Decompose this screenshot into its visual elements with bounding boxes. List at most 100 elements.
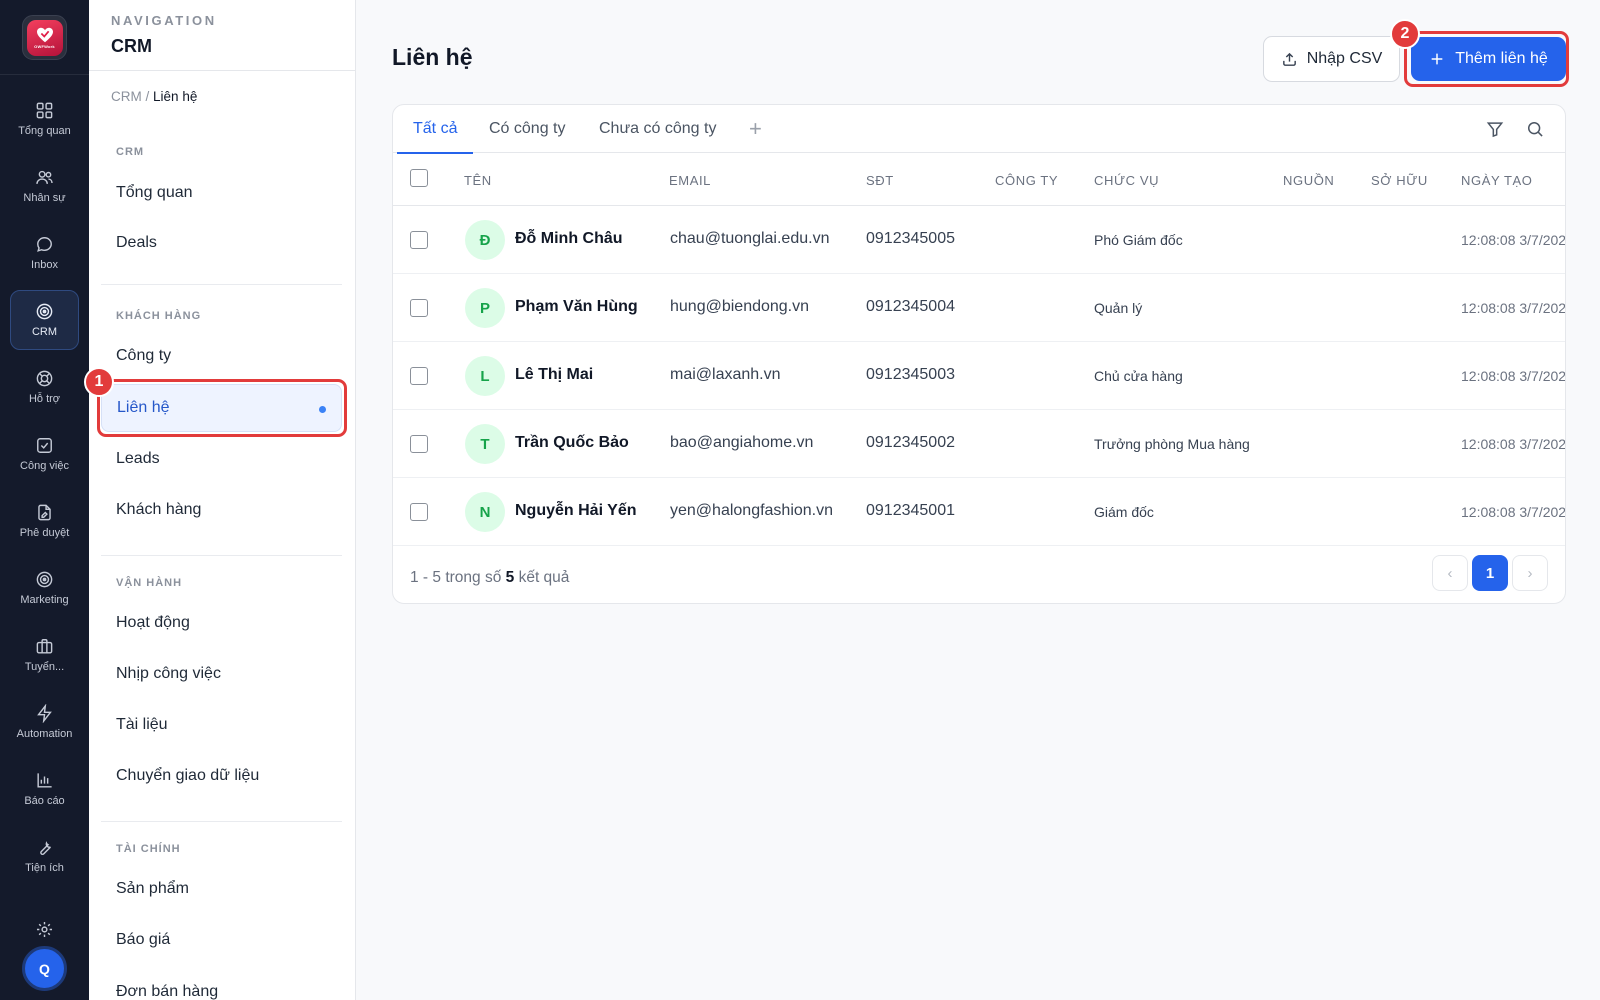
column-header-title[interactable]: CHỨC VỤ — [1094, 173, 1159, 188]
grid-icon — [36, 102, 53, 119]
nav-item-cadence[interactable]: Nhịp công việc — [101, 650, 342, 698]
next-page-button[interactable]: › — [1512, 555, 1548, 591]
checkbox-icon — [37, 438, 52, 453]
tab-without-company[interactable]: Chưa có công ty — [599, 105, 716, 153]
user-avatar[interactable]: Q — [22, 946, 67, 991]
nav-title: CRM — [111, 36, 152, 56]
contact-created: 12:08:08 3/7/202 — [1461, 504, 1566, 520]
rail-label: Inbox — [31, 259, 58, 271]
contacts-table-card: Tất cả Có công ty Chưa có công ty + TÊN … — [392, 104, 1566, 604]
nav-item-data-transfer[interactable]: Chuyển giao dữ liệu — [101, 752, 342, 800]
wrench-icon — [40, 841, 51, 856]
prev-page-button[interactable]: ‹ — [1432, 555, 1468, 591]
column-header-company[interactable]: CÔNG TY — [995, 173, 1058, 188]
results-suffix: kết quả — [518, 569, 570, 586]
contact-phone: 0912345004 — [866, 298, 955, 315]
contact-title: Chủ cửa hàng — [1094, 368, 1183, 384]
filter-icon[interactable] — [1485, 119, 1505, 139]
add-tab-button[interactable]: + — [749, 117, 762, 141]
rail-item-automation[interactable]: Automation — [10, 692, 79, 752]
rail-item-utilities[interactable]: Tiện ích — [10, 826, 79, 886]
column-header-email[interactable]: EMAIL — [669, 173, 711, 188]
nav-item-leads[interactable]: Leads — [101, 435, 342, 483]
table-row[interactable]: Đ Đỗ Minh Châu chau@tuonglai.edu.vn 0912… — [393, 206, 1565, 274]
rail-item-tasks[interactable]: Công việc — [10, 424, 79, 484]
results-range: 1 - 5 trong số — [410, 569, 502, 586]
results-summary: 1 - 5 trong số 5 kết quả — [410, 569, 569, 587]
column-header-source[interactable]: NGUỒN — [1283, 173, 1334, 188]
rail-item-reports[interactable]: Báo cáo — [10, 759, 79, 819]
import-csv-button[interactable]: Nhập CSV — [1263, 36, 1400, 82]
rail-item-hr[interactable]: Nhân sự — [10, 156, 79, 216]
select-all-checkbox[interactable] — [410, 169, 428, 187]
nav-item-documents[interactable]: Tài liệu — [101, 701, 342, 749]
contact-email: hung@biendong.vn — [670, 298, 810, 315]
contact-title: Trưởng phòng Mua hàng — [1094, 436, 1250, 452]
row-checkbox[interactable] — [410, 435, 428, 453]
table-row[interactable]: T Trần Quốc Bảo bao@angiahome.vn 0912345… — [393, 410, 1565, 478]
rail-item-crm[interactable]: CRM — [10, 290, 79, 350]
rail-item-recruiting[interactable]: Tuyển... — [10, 625, 79, 685]
breadcrumb-separator: / — [145, 89, 150, 104]
column-header-owner[interactable]: SỞ HỮU — [1371, 173, 1428, 188]
table-row[interactable]: L Lê Thị Mai mai@laxanh.vn 0912345003 Ch… — [393, 342, 1565, 410]
contact-name[interactable]: Nguyễn Hải Yến — [515, 502, 637, 520]
nav-divider — [89, 70, 355, 71]
row-checkbox[interactable] — [410, 299, 428, 317]
contact-name[interactable]: Lê Thị Mai — [515, 366, 593, 384]
chat-bubble-icon — [37, 237, 52, 252]
contact-phone: 0912345001 — [866, 502, 955, 519]
column-header-phone[interactable]: SĐT — [866, 173, 894, 188]
contact-created: 12:08:08 3/7/202 — [1461, 368, 1566, 384]
contact-title: Phó Giám đốc — [1094, 232, 1183, 248]
logo-text: OWFWork — [34, 43, 55, 49]
rail-label: Hỗ trợ — [28, 393, 61, 405]
tab-with-company[interactable]: Có công ty — [489, 105, 565, 153]
annotation-badge-2: 2 — [1390, 19, 1420, 49]
breadcrumb-root[interactable]: CRM — [111, 89, 142, 104]
nav-item-customers[interactable]: Khách hàng — [101, 486, 342, 534]
contact-email: mai@laxanh.vn — [670, 366, 781, 383]
rail-label: Tuyển... — [24, 661, 65, 673]
row-checkbox[interactable] — [410, 503, 428, 521]
target-icon — [36, 303, 53, 320]
page-button-current[interactable]: 1 — [1472, 555, 1508, 591]
rail-label: Tiện ích — [25, 862, 64, 874]
nav-item-products[interactable]: Sản phẩm — [101, 865, 342, 913]
contact-name[interactable]: Phạm Văn Hùng — [515, 298, 638, 316]
row-checkbox[interactable] — [410, 231, 428, 249]
contact-avatar: L — [465, 356, 505, 396]
nav-divider — [101, 284, 342, 285]
tab-all[interactable]: Tất cả — [396, 105, 475, 154]
column-header-created[interactable]: NGÀY TẠO — [1461, 173, 1533, 188]
nav-divider — [101, 555, 342, 556]
table-header: TÊN EMAIL SĐT CÔNG TY CHỨC VỤ NGUỒN SỞ H… — [393, 154, 1565, 206]
row-checkbox[interactable] — [410, 367, 428, 385]
nav-item-companies[interactable]: Công ty — [101, 332, 342, 380]
contacts-tabs: Tất cả Có công ty Chưa có công ty + — [393, 105, 1565, 154]
contact-name[interactable]: Đỗ Minh Châu — [515, 230, 623, 248]
app-logo[interactable]: OWFWork — [22, 15, 67, 60]
import-csv-label: Nhập CSV — [1306, 50, 1383, 67]
nav-item-quotes[interactable]: Báo giá — [101, 916, 342, 964]
breadcrumb-current: Liên hệ — [153, 89, 198, 104]
rail-item-marketing[interactable]: Marketing — [10, 558, 79, 618]
contact-name[interactable]: Trần Quốc Bảo — [515, 434, 629, 452]
nav-item-deals[interactable]: Deals — [101, 219, 342, 267]
contact-phone: 0912345005 — [866, 230, 955, 247]
table-row[interactable]: N Nguyễn Hải Yến yen@halongfashion.vn 09… — [393, 478, 1565, 546]
rail-item-approvals[interactable]: Phê duyệt — [10, 491, 79, 551]
nav-item-sales-orders[interactable]: Đơn bán hàng — [101, 968, 342, 1000]
nav-item-activities[interactable]: Hoạt động — [101, 599, 342, 647]
rail-item-support[interactable]: Hỗ trợ — [10, 357, 79, 417]
rail-label: Báo cáo — [24, 795, 65, 807]
nav-item-overview[interactable]: Tổng quan — [101, 169, 342, 217]
table-row[interactable]: P Phạm Văn Hùng hung@biendong.vn 0912345… — [393, 274, 1565, 342]
rail-item-inbox[interactable]: Inbox — [10, 223, 79, 283]
annotation-badge-1: 1 — [84, 367, 114, 397]
gear-icon[interactable] — [35, 920, 54, 939]
rail-item-overview[interactable]: Tổng quan — [10, 89, 79, 149]
column-header-name[interactable]: TÊN — [464, 173, 492, 188]
highlight-contacts — [97, 379, 347, 437]
search-icon[interactable] — [1525, 119, 1545, 139]
